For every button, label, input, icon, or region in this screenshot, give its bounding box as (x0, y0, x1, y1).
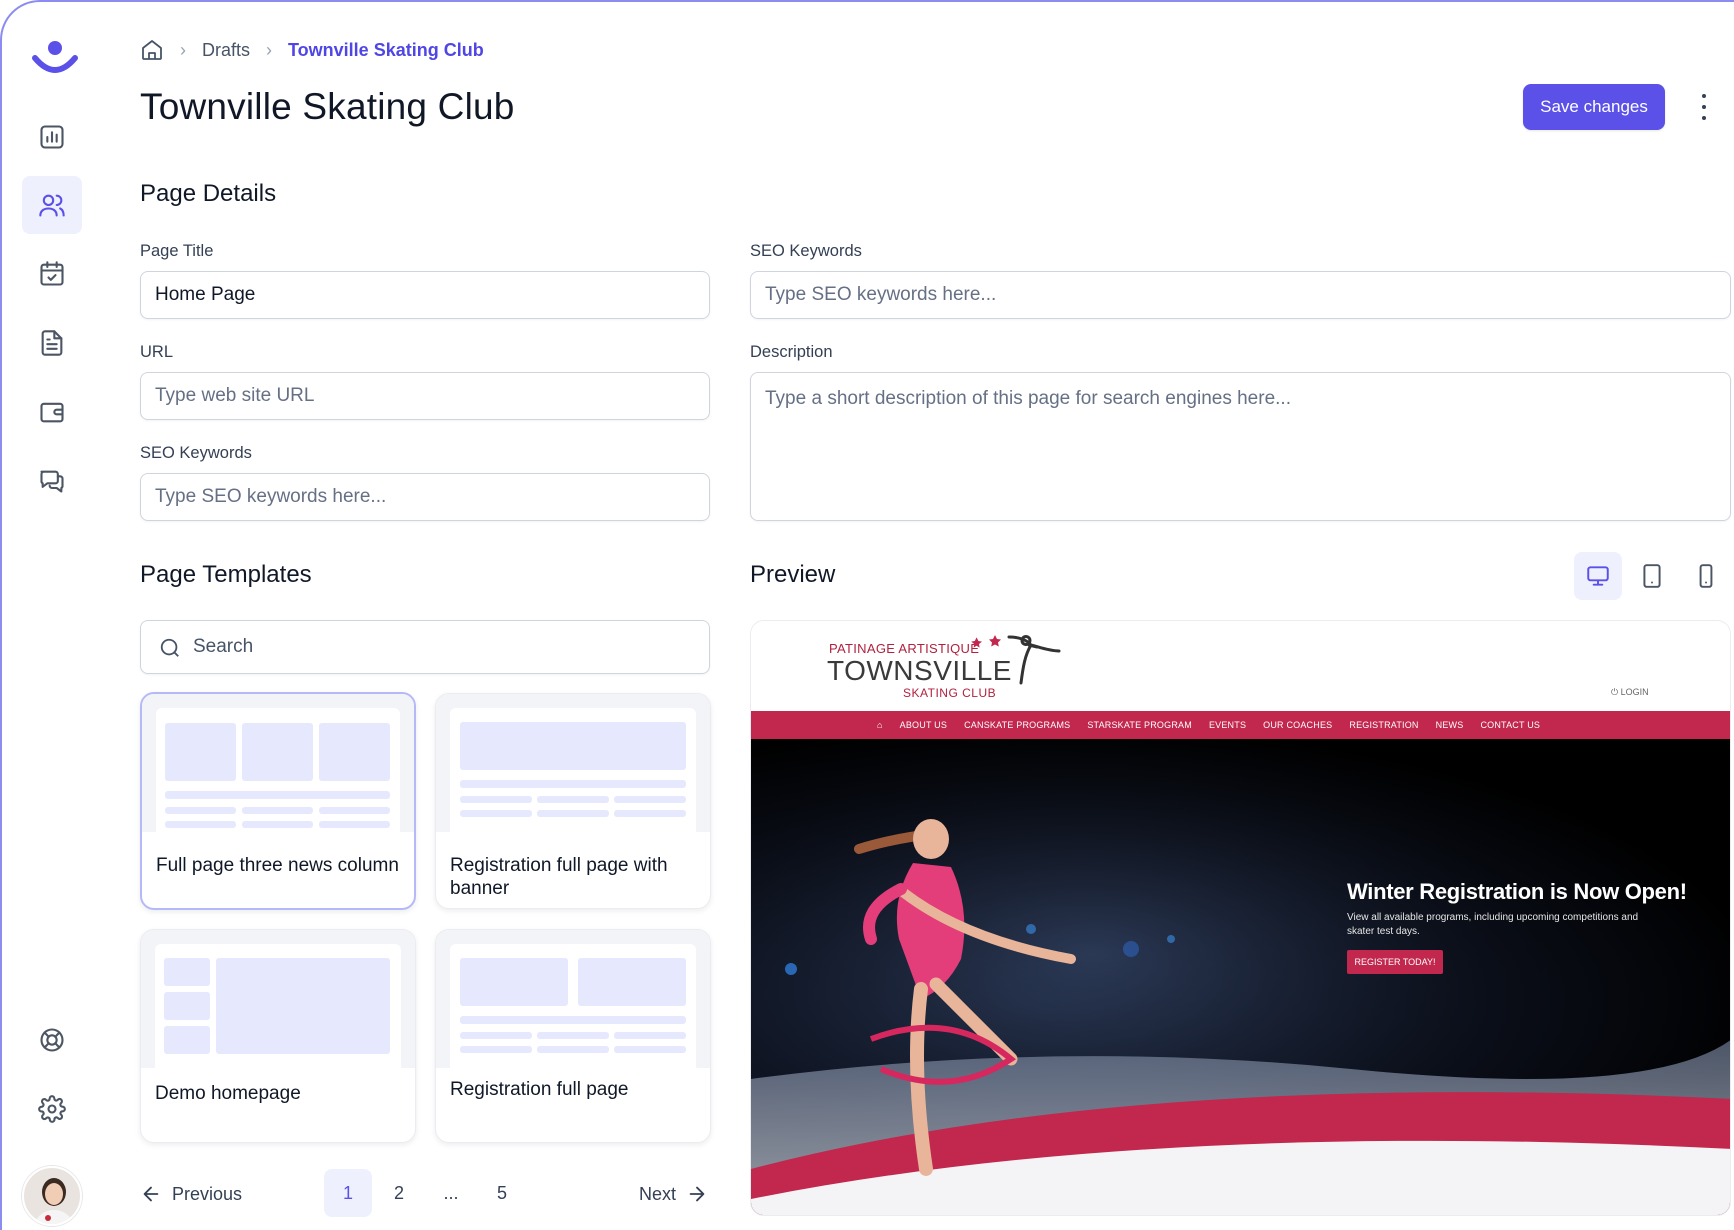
sidebar-item-wallet[interactable] (22, 383, 82, 441)
desktop-icon (1587, 566, 1609, 586)
page-details-heading: Page Details (140, 180, 277, 207)
app-window: › Drafts › Townville Skating Club Townvi… (0, 0, 1734, 1230)
site-home-icon[interactable]: ⌂ (877, 720, 883, 730)
template-card-registration-full-page[interactable]: Registration full page (435, 929, 711, 1143)
template-thumbnail (141, 930, 415, 1068)
template-thumbnail (142, 694, 414, 832)
gear-icon (38, 1095, 66, 1123)
sidebar-item-support[interactable] (22, 1011, 82, 1069)
page-title-input[interactable] (140, 271, 710, 319)
register-today-button[interactable]: REGISTER TODAY! (1347, 950, 1443, 974)
template-card-full-page-three-news-column[interactable]: Full page three news column (140, 692, 416, 910)
site-nav-registration[interactable]: REGISTRATION (1349, 720, 1418, 730)
avatar-portrait-icon (24, 1168, 80, 1224)
site-nav-canskate[interactable]: CANSKATE PROGRAMS (964, 720, 1070, 730)
skater-logo-icon (971, 635, 1061, 685)
description-label: Description (750, 343, 833, 361)
seo-keywords-input[interactable] (140, 473, 710, 521)
page-title-label: Page Title (140, 242, 214, 260)
hero-text: View all available programs, including u… (1347, 912, 1639, 937)
site-brand-top: PATINAGE ARTISTIQUE (829, 641, 980, 656)
site-nav-about[interactable]: ABOUT US (900, 720, 947, 730)
site-nav-starskate[interactable]: STARSKATE PROGRAM (1087, 720, 1192, 730)
hero-title: Winter Registration is Now Open! (1347, 879, 1687, 904)
template-card-label: Demo homepage (155, 1083, 301, 1104)
template-card-label: Full page three news column (156, 855, 399, 876)
users-icon (39, 194, 65, 217)
url-label: URL (140, 343, 174, 361)
search-icon (160, 638, 179, 657)
seo-keywords-label: SEO Keywords (140, 444, 252, 462)
arrow-left-icon (143, 1186, 159, 1202)
sidebar-item-settings[interactable] (22, 1080, 82, 1138)
pagination-previous[interactable]: Previous (140, 1180, 242, 1208)
more-options-icon[interactable] (1694, 94, 1714, 120)
template-card-demo-homepage[interactable]: Demo homepage (140, 929, 416, 1143)
breadcrumb-item-drafts[interactable]: Drafts (202, 40, 250, 61)
sidebar-item-calendar[interactable] (22, 245, 82, 303)
bar-chart-icon (40, 125, 64, 149)
preview-heading: Preview (750, 561, 836, 588)
preview-desktop-button[interactable] (1574, 552, 1622, 600)
wallet-icon (40, 402, 64, 423)
template-thumbnail (436, 694, 710, 832)
sidebar-item-users[interactable] (22, 176, 82, 234)
home-icon[interactable] (140, 38, 164, 62)
arrow-right-icon (689, 1186, 705, 1202)
pagination-next-label: Next (639, 1183, 677, 1204)
save-changes-button[interactable]: Save changes (1523, 84, 1665, 130)
template-card-label: Registration full page with banner (450, 855, 668, 899)
user-avatar[interactable] (22, 1166, 82, 1226)
pagination-page-2[interactable]: 2 (375, 1169, 423, 1217)
sidebar (2, 2, 102, 1230)
preview-tablet-button[interactable] (1628, 552, 1676, 600)
breadcrumb-item-current[interactable]: Townville Skating Club (288, 40, 484, 61)
sidebar-item-analytics[interactable] (22, 108, 82, 166)
calendar-check-icon (40, 261, 64, 286)
template-search-input[interactable] (193, 621, 693, 673)
template-card-label: Registration full page (450, 1079, 629, 1100)
site-nav-news[interactable]: NEWS (1436, 720, 1464, 730)
seo-keywords-input-secondary[interactable] (750, 271, 1731, 319)
template-thumbnail (436, 930, 710, 1068)
chat-bubbles-icon (40, 470, 64, 493)
site-nav-coaches[interactable]: OUR COACHES (1263, 720, 1332, 730)
preview-mobile-button[interactable] (1682, 552, 1730, 600)
site-header: PATINAGE ARTISTIQUE TOWNSVILLE SKATING C… (751, 621, 1730, 711)
chevron-right-icon: › (266, 39, 273, 60)
mobile-icon (1699, 564, 1713, 588)
pagination-page-5[interactable]: 5 (478, 1169, 526, 1217)
page-templates-heading: Page Templates (140, 561, 312, 588)
document-icon (41, 330, 63, 356)
app-logo-icon[interactable] (32, 38, 78, 78)
template-card-registration-full-page-with-banner[interactable]: Registration full page with banner (435, 693, 711, 909)
site-nav: ⌂ ABOUT US CANSKATE PROGRAMS STARSKATE P… (751, 711, 1730, 739)
pagination-page-1[interactable]: 1 (324, 1169, 372, 1217)
template-search (140, 620, 710, 674)
site-nav-events[interactable]: EVENTS (1209, 720, 1246, 730)
pagination-ellipsis: ... (443, 1182, 459, 1203)
tablet-icon (1643, 564, 1661, 588)
seo-keywords-label-secondary: SEO Keywords (750, 242, 862, 260)
lifebuoy-icon (40, 1028, 64, 1052)
site-login-link[interactable]: ⏻ LOGIN (1611, 687, 1649, 698)
page-title: Townville Skating Club (140, 86, 515, 127)
sidebar-item-messages[interactable] (22, 452, 82, 510)
breadcrumb: › Drafts › Townville Skating Club (140, 38, 484, 62)
site-hero: Winter Registration is Now Open! View al… (751, 739, 1730, 1215)
chevron-right-icon: › (180, 39, 186, 60)
sidebar-item-documents[interactable] (22, 314, 82, 372)
site-login-label: LOGIN (1620, 687, 1649, 697)
site-nav-contact[interactable]: CONTACT US (1480, 720, 1540, 730)
site-preview[interactable]: PATINAGE ARTISTIQUE TOWNSVILLE SKATING C… (750, 620, 1731, 1216)
pagination-previous-label: Previous (172, 1183, 243, 1204)
url-input[interactable] (140, 372, 710, 420)
skater-hero-image (751, 739, 1730, 1215)
description-textarea[interactable] (750, 372, 1731, 521)
pagination-next[interactable]: Next (639, 1180, 708, 1208)
